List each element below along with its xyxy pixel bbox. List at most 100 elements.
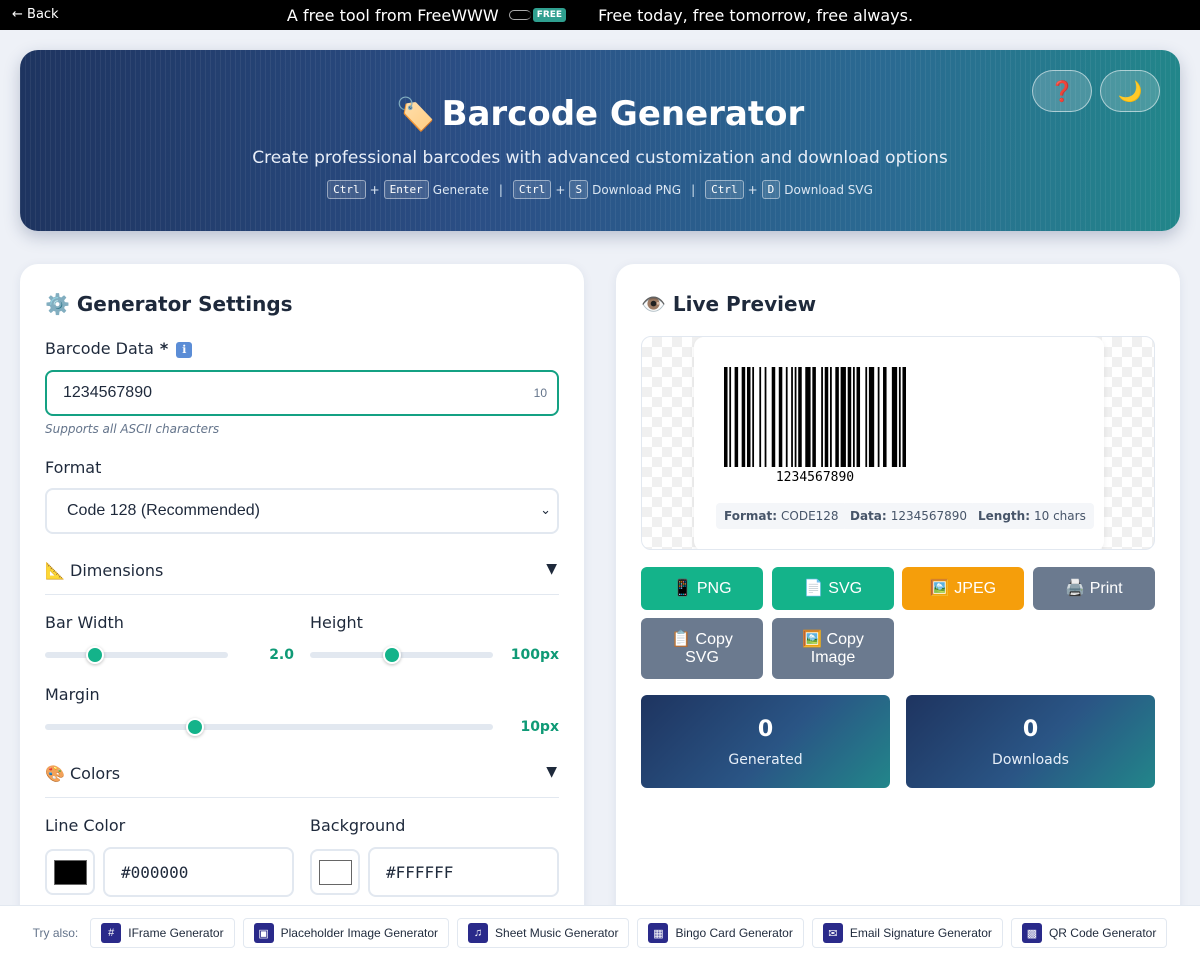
barcode-data-hint: Supports all ASCII characters <box>45 422 220 436</box>
meta-length-value: 10 chars <box>1034 509 1086 523</box>
stat-generated-label: Generated <box>728 752 803 768</box>
barcode-bar <box>883 367 887 467</box>
kbd-plus: + <box>747 182 758 197</box>
format-select[interactable]: Code 128 (Recommended) ⌄ <box>45 488 559 534</box>
top-bar-center: A free tool from FreeWWW FREE Free today… <box>0 0 1200 30</box>
preview-title: 👁️ Live Preview <box>641 292 817 316</box>
meta-length-key: Length: <box>978 509 1030 523</box>
shortcut-label-generate: Generate <box>432 182 489 197</box>
mail-icon: ✉ <box>822 923 843 943</box>
footer-link-qr-code-generator[interactable]: ▩ QR Code Generator <box>1010 918 1168 948</box>
barcode-bar <box>759 367 762 467</box>
barcode-data-input[interactable]: 1234567890 10 <box>45 370 559 416</box>
stat-generated-value: 0 <box>757 717 774 742</box>
footer-link-label: QR Code Generator <box>1048 926 1157 940</box>
format-selected-value: Code 128 (Recommended) <box>67 502 260 519</box>
barcode-bar <box>847 367 852 467</box>
bar-width-slider[interactable] <box>45 652 228 658</box>
help-button[interactable]: ❓ <box>1032 70 1092 112</box>
copy-image-button[interactable]: 🖼️ Copy Image <box>772 618 894 679</box>
kbd-d: D <box>761 180 781 199</box>
barcode-bar <box>746 367 751 467</box>
meta-format-key: Format: <box>724 509 778 523</box>
triangle-down-icon: ▼ <box>546 561 557 577</box>
stat-downloads-label: Downloads <box>992 752 1069 768</box>
shortcut-label-download-png: Download PNG <box>592 182 682 197</box>
grid-icon: ▦ <box>648 923 669 943</box>
margin-slider[interactable] <box>45 724 493 730</box>
theme-toggle-button[interactable]: 🌙 <box>1100 70 1160 112</box>
barcode-data-label: Barcode Data * ℹ <box>45 339 193 358</box>
print-button[interactable]: 🖨️ Print <box>1033 567 1155 610</box>
barcode-bar <box>835 367 839 467</box>
kbd-plus: + <box>555 182 566 197</box>
image-icon: ▣ <box>253 923 274 943</box>
line-color-label: Line Color <box>45 816 126 835</box>
background-color-input[interactable]: #FFFFFF <box>368 847 559 897</box>
barcode-bar <box>898 367 901 467</box>
barcode-bar <box>852 367 855 467</box>
keyboard-shortcuts: Ctrl + Enter Generate | Ctrl + S Downloa… <box>20 180 1180 199</box>
barcode-preview-card: 1234567890 Format: CODE128 Data: 123456789… <box>694 337 1104 549</box>
height-value: 100px <box>510 647 559 663</box>
download-jpeg-button[interactable]: 🖼️ JPEG <box>902 567 1024 610</box>
kbd-s: S <box>569 180 589 199</box>
live-preview-panel: 👁️ Live Preview 1234567890 Format: CODE12… <box>616 264 1180 960</box>
bar-width-slider-thumb[interactable] <box>86 646 105 664</box>
logo-swoosh-icon <box>508 10 531 20</box>
barcode-bar <box>856 367 861 467</box>
freewww-logo[interactable]: FREE <box>508 8 567 22</box>
line-color-picker[interactable] <box>45 849 95 895</box>
background-color-picker[interactable] <box>310 849 360 895</box>
colors-section-header[interactable]: 🎨 Colors ▼ <box>45 764 559 798</box>
height-slider[interactable] <box>310 652 493 658</box>
moon-icon: 🌙 <box>1117 79 1143 103</box>
barcode-bar <box>752 367 755 467</box>
barcode-bar <box>794 367 797 467</box>
stat-downloads: 0 Downloads <box>906 695 1155 788</box>
barcode-bar <box>821 367 823 467</box>
tag-icon: 🏷️ <box>395 95 436 133</box>
footer-link-sheet-music-generator[interactable]: ♫ Sheet Music Generator <box>457 918 630 948</box>
bar-width-value: 2.0 <box>269 647 294 663</box>
copy-svg-button[interactable]: 📋 Copy SVG <box>641 618 763 679</box>
margin-value: 10px <box>520 719 559 735</box>
background-color-swatch <box>319 860 352 885</box>
preview-area: 1234567890 Format: CODE128 Data: 123456789… <box>641 336 1155 550</box>
barcode-bar <box>830 367 832 467</box>
page-title-text: Barcode Generator <box>441 94 805 134</box>
barcode-bar <box>805 367 811 467</box>
meta-length: Length: 10 chars <box>970 503 1094 529</box>
kbd-ctrl: Ctrl <box>512 180 552 199</box>
footer-link-bingo-card-generator[interactable]: ▦ Bingo Card Generator <box>637 918 804 948</box>
meta-data-key: Data: <box>850 509 887 523</box>
kbd-plus: + <box>369 182 380 197</box>
barcode-bar <box>791 367 793 467</box>
barcode-bar <box>891 367 898 467</box>
info-icon[interactable]: ℹ <box>176 342 193 358</box>
stat-downloads-value: 0 <box>1022 717 1039 742</box>
meta-data: Data: 1234567890 <box>842 503 976 529</box>
barcode-bar <box>734 367 739 467</box>
settings-title: ⚙️ Generator Settings <box>45 292 293 316</box>
footer-link-iframe-generator[interactable]: # IFrame Generator <box>90 918 235 948</box>
dimensions-section-header[interactable]: 📐 Dimensions ▼ <box>45 561 559 595</box>
margin-slider-thumb[interactable] <box>186 718 205 736</box>
height-label: Height <box>310 613 363 632</box>
footer-link-label: IFrame Generator <box>128 926 224 940</box>
page-title: 🏷️ Barcode Generator <box>20 94 1180 134</box>
top-bar: ← Back A free tool from FreeWWW FREE Fre… <box>0 0 1200 30</box>
line-color-input[interactable]: #000000 <box>103 847 294 897</box>
footer-link-email-signature-generator[interactable]: ✉ Email Signature Generator <box>811 918 1003 948</box>
height-slider-thumb[interactable] <box>383 646 402 664</box>
barcode-bar <box>785 367 788 467</box>
try-also-footer: Try also: # IFrame Generator ▣ Placeholder… <box>0 905 1200 960</box>
download-png-button[interactable]: 📱 PNG <box>641 567 763 610</box>
download-svg-button[interactable]: 📄 SVG <box>772 567 894 610</box>
triangle-down-icon: ▼ <box>546 764 557 780</box>
footer-link-label: Placeholder Image Generator <box>280 926 439 940</box>
line-color-value: #000000 <box>121 862 189 882</box>
footer-link-label: Bingo Card Generator <box>675 926 793 940</box>
top-bar-brand-text[interactable]: A free tool from FreeWWW <box>287 6 499 25</box>
footer-link-placeholder-image-generator[interactable]: ▣ Placeholder Image Generator <box>242 918 450 948</box>
